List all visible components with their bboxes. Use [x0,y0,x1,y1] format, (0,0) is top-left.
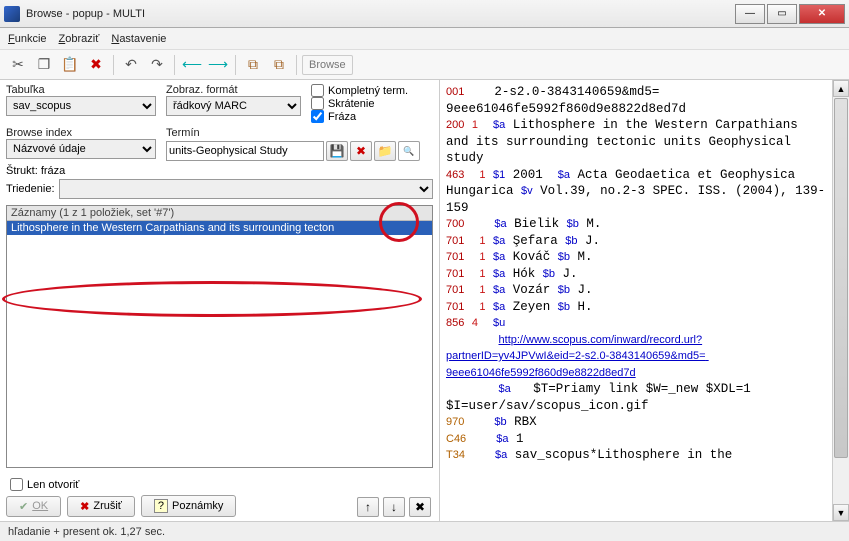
results-list[interactable]: Záznamy (1 z 1 položiek, set '#7') Litho… [6,205,433,468]
titlebar: Browse - popup - MULTI — ▭ ✕ [0,0,849,28]
menu-nastavenie[interactable]: Nastavenie [111,33,166,45]
remove-icon[interactable]: ✖ [409,497,431,517]
index-label: Browse index [6,127,156,139]
ok-button[interactable]: ✔OK [6,496,61,517]
status-bar: hľadanie + present ok. 1,27 sec. [0,521,849,541]
redo-icon[interactable]: ↷ [145,53,169,77]
package-icon[interactable]: ⧉ [241,53,265,77]
save-icon[interactable]: 💾 [326,141,348,161]
termin-input[interactable] [166,141,324,161]
copy-icon[interactable]: ❐ [32,53,56,77]
check-komplet-label: Kompletný term. [328,85,408,97]
struct-label: Štrukt: fráza [6,165,433,177]
undo-icon[interactable]: ↶ [119,53,143,77]
close-button[interactable]: ✕ [799,4,845,24]
move-down-icon[interactable]: ↓ [383,497,405,517]
sort-select[interactable] [59,179,433,199]
move-up-icon[interactable]: ↑ [357,497,379,517]
termin-label: Termín [166,127,433,139]
marc-record: 001 2-s2.0-3843140659&md5= 9eee61046fe59… [440,80,832,521]
scroll-down-icon[interactable]: ▼ [833,504,849,521]
check-skratenie-label: Skrátenie [328,98,374,110]
list-item[interactable]: Lithosphere in the Western Carpathians a… [7,221,432,235]
maximize-button[interactable]: ▭ [767,4,797,24]
len-otvorit-label: Len otvoriť [27,479,79,491]
sort-label: Triedenie: [6,183,55,195]
next-icon[interactable]: ⟶ [206,53,230,77]
menu-funkcie[interactable]: Funkcie [8,33,47,45]
attr-icon[interactable]: 🔍 [398,141,420,161]
scroll-thumb[interactable] [834,98,848,458]
app-icon [4,6,20,22]
delete-icon[interactable]: ✖ [84,53,108,77]
table-select[interactable]: sav_scopus [6,96,156,116]
scroll-up-icon[interactable]: ▲ [833,80,849,97]
clear-icon[interactable]: ✖ [350,141,372,161]
check-fraza-label: Fráza [328,111,356,123]
menubar: Funkcie Zobraziť Nastavenie [0,28,849,50]
menu-zobrazit[interactable]: Zobraziť [59,33,100,45]
notes-button[interactable]: ?Poznámky [141,495,236,517]
search-pane: Tabuľka sav_scopus Zobraz. formát řádkov… [0,80,440,521]
format-select[interactable]: řádkový MARC [166,96,301,116]
check-len-otvorit[interactable] [10,478,23,491]
marc-pane: 001 2-s2.0-3843140659&md5= 9eee61046fe59… [440,80,849,521]
paste-icon[interactable]: 📋 [58,53,82,77]
toolbar: ✂ ❐ 📋 ✖ ↶ ↷ ⟵ ⟶ ⧉ ⧉ Browse [0,50,849,80]
check-fraza[interactable] [311,110,324,123]
folder-icon[interactable]: 📁 [374,141,396,161]
table-label: Tabuľka [6,84,156,96]
index-select[interactable]: Názvové údaje [6,139,156,159]
format-label: Zobraz. formát [166,84,301,96]
check-skratenie[interactable] [311,97,324,110]
window-title: Browse - popup - MULTI [26,8,733,20]
results-header: Záznamy (1 z 1 položiek, set '#7') [7,206,432,221]
check-komplet[interactable] [311,84,324,97]
minimize-button[interactable]: — [735,4,765,24]
vertical-scrollbar[interactable]: ▲ ▼ [832,80,849,521]
package-open-icon[interactable]: ⧉ [267,53,291,77]
browse-button[interactable]: Browse [302,55,353,75]
cut-icon[interactable]: ✂ [6,53,30,77]
cancel-button[interactable]: ✖Zrušiť [67,496,135,517]
prev-icon[interactable]: ⟵ [180,53,204,77]
